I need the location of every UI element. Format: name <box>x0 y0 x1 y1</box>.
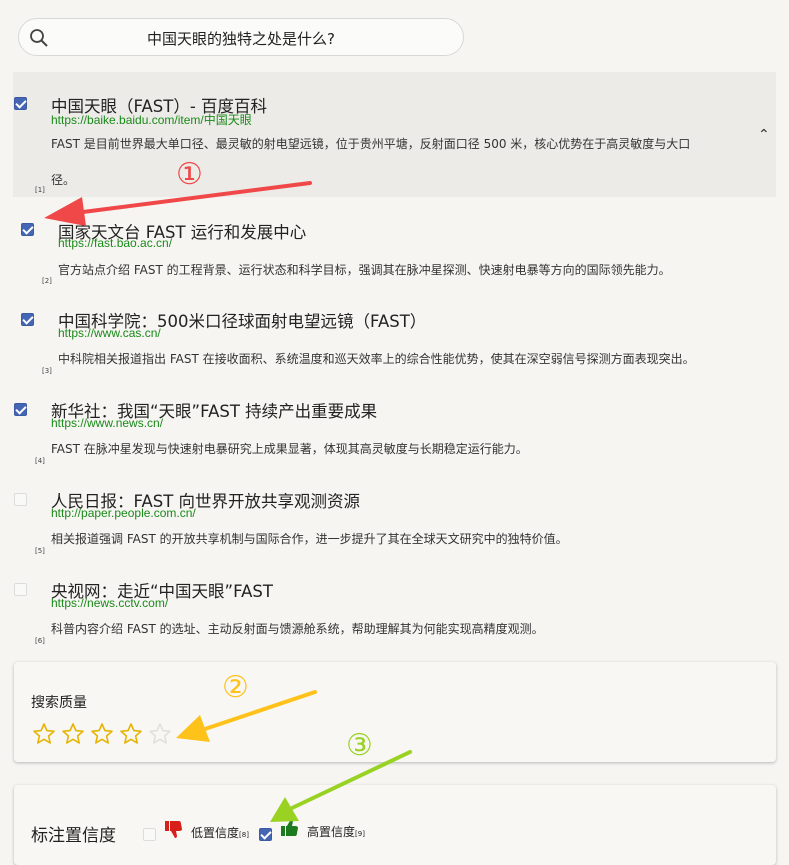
thumbs-down-icon <box>165 821 182 838</box>
star-icon-1[interactable] <box>32 722 56 746</box>
result-checkbox-1[interactable] <box>14 97 27 110</box>
low-confidence-label[interactable]: 低置信度[8] <box>191 824 249 841</box>
result-desc-2: 官方站点介绍 FAST 的工程背景、运行状态和科学目标，强调其在脉冲星探测、快速… <box>58 263 671 277</box>
result-desc-4: FAST 在脉冲星发现与快速射电暴研究上成果显著，体现其高灵敏度与长期稳定运行能… <box>51 442 528 456</box>
chevron-up-icon[interactable]: ⌃ <box>758 127 770 143</box>
search-quality-title: 搜索质量 <box>31 695 87 711</box>
result-item-2[interactable]: 国家天文台 FAST 运行和发展中心 https://fast.bao.ac.c… <box>13 205 776 290</box>
thumbs-up-icon <box>281 819 298 836</box>
result-checkbox-5[interactable] <box>14 493 27 506</box>
result-url-3[interactable]: https://www.cas.cn/ <box>58 326 161 340</box>
result-desc-5: 相关报道强调 FAST 的开放共享机制与国际合作，进一步提升了其在全球天文研究中… <box>51 532 568 546</box>
search-bar[interactable]: 中国天眼的独特之处是什么? <box>18 18 464 56</box>
result-item-5[interactable]: 人民日报：FAST 向世界开放共享观测资源 http://paper.peopl… <box>13 475 776 560</box>
search-quality-card: 搜索质量 <box>14 662 776 762</box>
star-icon-3[interactable] <box>90 722 114 746</box>
result-num-3: [3] <box>42 367 52 375</box>
result-desc-1a: FAST 是目前世界最大单口径、最灵敏的射电望远镜，位于贵州平塘，反射面口径 5… <box>51 137 691 151</box>
result-item-3[interactable]: 中国科学院：500米口径球面射电望远镜（FAST） https://www.ca… <box>13 295 776 380</box>
result-url-1[interactable]: https://baike.baidu.com/item/中国天眼 <box>51 111 252 128</box>
high-confidence-label[interactable]: 高置信度[9] <box>307 823 365 840</box>
result-checkbox-6[interactable] <box>14 583 27 596</box>
star-rating[interactable] <box>32 722 172 746</box>
star-icon-2[interactable] <box>61 722 85 746</box>
result-desc-1b: 径。 <box>51 173 76 187</box>
result-num-5: [5] <box>35 547 45 555</box>
result-num-2: [2] <box>42 277 52 285</box>
confidence-card: 标注置信度 低置信度[8] 高置信度[9] <box>14 785 776 865</box>
star-icon-5[interactable] <box>148 722 172 746</box>
result-checkbox-2[interactable] <box>21 223 34 236</box>
result-checkbox-4[interactable] <box>14 403 27 416</box>
result-item-6[interactable]: 央视网：走近“中国天眼”FAST https://news.cctv.com/ … <box>13 565 776 650</box>
search-query[interactable]: 中国天眼的独特之处是什么? <box>19 28 463 49</box>
result-num-6: [6] <box>35 637 45 645</box>
result-url-4[interactable]: https://www.news.cn/ <box>51 416 163 430</box>
result-item-1[interactable]: 中国天眼（FAST）- 百度百科 https://baike.baidu.com… <box>13 72 776 197</box>
result-checkbox-3[interactable] <box>21 313 34 326</box>
result-url-5[interactable]: http://paper.people.com.cn/ <box>51 506 196 520</box>
result-url-2[interactable]: https://fast.bao.ac.cn/ <box>58 236 172 250</box>
result-num-4: [4] <box>35 457 45 465</box>
low-confidence-checkbox[interactable] <box>143 828 156 841</box>
confidence-title: 标注置信度 <box>31 826 116 846</box>
result-url-6[interactable]: https://news.cctv.com/ <box>51 596 168 610</box>
high-confidence-checkbox[interactable] <box>259 828 272 841</box>
result-desc-6: 科普内容介绍 FAST 的选址、主动反射面与馈源舱系统，帮助理解其为何能实现高精… <box>51 622 544 636</box>
result-desc-3: 中科院相关报道指出 FAST 在接收面积、系统温度和巡天效率上的综合性能优势，使… <box>58 352 695 366</box>
star-icon-4[interactable] <box>119 722 143 746</box>
result-num-1: [1] <box>35 186 45 194</box>
result-item-4[interactable]: 新华社：我国“天眼”FAST 持续产出重要成果 https://www.news… <box>13 385 776 470</box>
